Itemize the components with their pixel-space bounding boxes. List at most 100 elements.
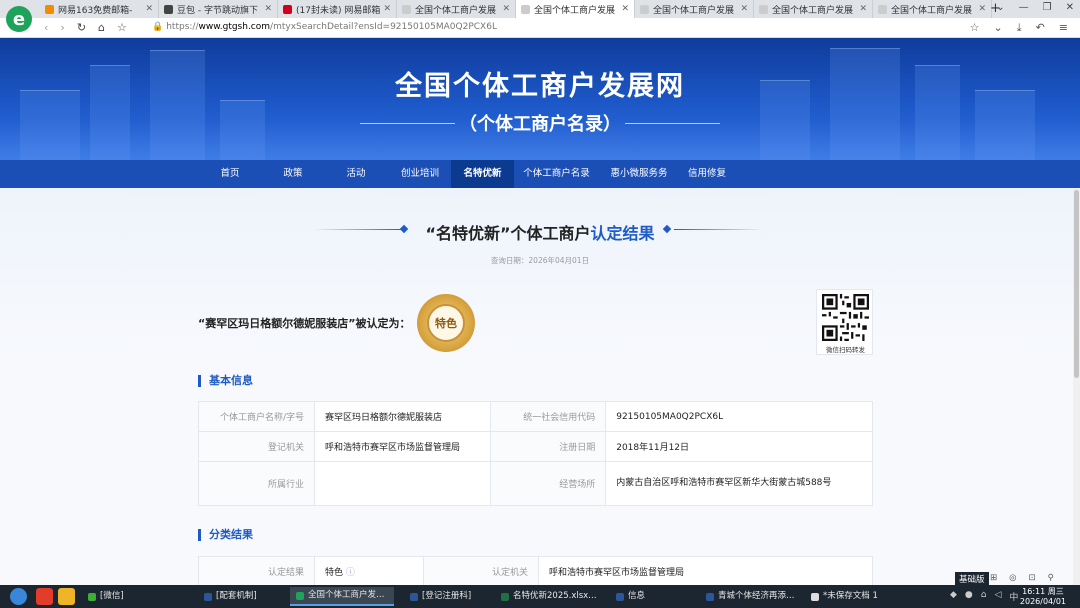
taskbar-app-icon — [706, 592, 714, 601]
browser-tab[interactable]: 全国个体工商户发展 ✕ — [754, 0, 873, 18]
nav-item[interactable]: 首页 — [200, 160, 260, 188]
tab-close-icon[interactable]: ✕ — [264, 4, 272, 14]
site-hero-banner: 全国个体工商户发展网 （个体工商户名录） — [0, 38, 1080, 160]
nav-item[interactable]: 信用修复 — [680, 160, 734, 188]
tab-favicon-icon — [521, 4, 530, 14]
status-tool-icon[interactable]: ⊡ — [1029, 573, 1036, 583]
taskbar-app-icon — [811, 592, 819, 601]
address-bar: ‹ › ↻ ⌂ ☆ 🔒 https://www.gtgsh.com/mtyxSea… — [0, 18, 1080, 38]
main-content: “名特优新”个体工商户认定结果 查询日期：2026年04月01日 “赛罕区玛日格… — [0, 188, 1080, 585]
qr-code-icon — [822, 294, 869, 341]
tab-close-icon[interactable]: ✕ — [859, 4, 867, 14]
os-taskbar: ◆ ● ⌂ ◁ 中 16:11 周三 2026/04/01 [微信] [配套机制]… — [0, 585, 1080, 608]
status-tool-icon[interactable]: ⚲ — [1048, 573, 1054, 583]
url-scheme: https:// — [166, 22, 199, 32]
browser-tab[interactable]: 全国个体工商户发展 ✕ — [873, 0, 992, 18]
forward-icon[interactable]: › — [60, 21, 64, 34]
reload-icon[interactable]: ↻ — [77, 21, 86, 34]
taskbar-item[interactable]: *未保存文档 1 — [805, 587, 905, 606]
undo-icon[interactable]: ↶ — [1036, 21, 1045, 35]
basic-info-title: 基本信息 — [198, 375, 253, 387]
folder-icon[interactable] — [58, 588, 75, 605]
tab-close-icon[interactable]: ✕ — [740, 4, 748, 14]
tab-close-icon[interactable]: ✕ — [978, 4, 986, 14]
tab-title: 豆包 - 字节跳动旗下 — [177, 5, 258, 16]
tab-title: 全国个体工商户发展 — [891, 5, 973, 16]
nav-item[interactable]: 个体工商户名录 — [514, 160, 599, 188]
basic-version-label[interactable]: 基础版 — [955, 572, 989, 586]
browser-logo-icon[interactable]: e — [6, 6, 32, 32]
taskbar-item[interactable]: 全国个体工商户发… — [290, 587, 394, 606]
tab-list-icon[interactable]: ⌄ — [996, 2, 1004, 13]
tab-close-icon[interactable]: ✕ — [621, 4, 629, 14]
basic-info-table: 个体工商户名称/字号 赛罕区玛日格额尔德妮服装店 统一社会信用代码 921501… — [198, 401, 873, 506]
pinned-app-icon[interactable] — [36, 588, 53, 605]
nav-item[interactable]: 惠小微服务务 — [599, 160, 679, 188]
info-icon[interactable]: ⓘ — [346, 568, 355, 578]
classification-table: 认定结果 特色 ⓘ 认定机关 呼和浩特市赛罕区市场监督管理局 — [198, 556, 874, 585]
tab-close-icon[interactable]: ✕ — [383, 4, 391, 14]
taskbar-item[interactable]: 名特优新2025.xlsx… — [495, 587, 603, 606]
home-icon[interactable]: ⌂ — [98, 21, 105, 34]
bookmark-star-icon[interactable]: ☆ — [117, 21, 127, 34]
network-icon[interactable]: ⌂ — [981, 590, 987, 603]
result-heading-highlight: 认定结果 — [590, 224, 655, 243]
nav-item[interactable]: 活动 — [325, 160, 387, 188]
browser-tab[interactable]: (17封未读) 网易邮箱 ✕ — [278, 0, 397, 18]
taskbar-app-icon — [501, 592, 509, 601]
tab-title: (17封未读) 网易邮箱 — [296, 5, 381, 16]
browser-tab[interactable]: 全国个体工商户发展 ✕ — [635, 0, 754, 18]
table-value: 呼和浩特市赛罕区市场监督管理局 — [313, 431, 492, 462]
start-menu-icon[interactable] — [10, 588, 27, 605]
nav-item[interactable]: 创业培训 — [389, 160, 451, 188]
volume-icon[interactable]: ◁ — [995, 590, 1002, 603]
tab-close-icon[interactable]: ✕ — [502, 4, 510, 14]
site-subtitle: （个体工商户名录） — [459, 114, 621, 135]
menu-icon[interactable]: ≡ — [1059, 21, 1068, 35]
back-icon[interactable]: ‹ — [44, 21, 48, 34]
input-method-icon[interactable]: 中 — [1009, 590, 1018, 603]
table-key: 统一社会信用代码 — [490, 401, 607, 432]
nav-item[interactable]: 政策 — [262, 160, 324, 188]
taskbar-item[interactable]: [微信] — [82, 587, 190, 606]
browser-tab[interactable]: 豆包 - 字节跳动旗下 ✕ — [159, 0, 278, 18]
taskbar-item[interactable]: 信息 — [610, 587, 694, 606]
tab-close-icon[interactable]: ✕ — [145, 4, 153, 14]
status-tool-icon[interactable]: ⊞ — [990, 573, 997, 583]
qr-share-box[interactable]: 微信扫码转发 — [816, 289, 873, 355]
table-key: 个体工商户名称/字号 — [198, 401, 315, 432]
url-host: www.gtgsh.com — [198, 22, 271, 32]
table-value-cell: 特色 ⓘ — [314, 556, 424, 585]
taskbar-item-label: 信息 — [628, 591, 646, 601]
table-row: 所属行业 经营场所 内蒙古自治区呼和浩特市赛罕区新华大街蒙古城588号 — [198, 461, 873, 506]
table-value: 内蒙古自治区呼和浩特市赛罕区新华大街蒙古城588号 — [605, 461, 873, 506]
browser-tab[interactable]: 全国个体工商户发展 ✕ — [516, 0, 635, 18]
browser-tab[interactable]: 全国个体工商户发展 ✕ — [397, 0, 516, 18]
tab-title: 全国个体工商户发展 — [653, 5, 735, 16]
download-icon[interactable]: ⤓ — [1017, 21, 1022, 35]
taskbar-item[interactable]: [登记注册科] — [404, 587, 490, 606]
system-tray: ◆ ● ⌂ ◁ 中 — [950, 590, 1018, 603]
system-clock[interactable]: 16:11 周三 2026/04/01 — [1020, 587, 1066, 607]
minimize-button[interactable]: — — [1019, 2, 1029, 13]
restore-button[interactable]: ❐ — [1043, 2, 1052, 13]
nav-item[interactable]: 名特优新 — [451, 160, 514, 188]
close-window-button[interactable]: ✕ — [1066, 2, 1074, 13]
site-title: 全国个体工商户发展网 — [395, 71, 685, 102]
browser-tab-bar: 网易163免费邮箱- ✕ 豆包 - 字节跳动旗下 ✕ (17封未读) 网易邮箱 ✕ 全国个体… — [0, 0, 1080, 18]
shield-icon[interactable]: ◆ — [950, 590, 957, 603]
taskbar-item[interactable]: 青城个体经济再添… — [700, 587, 800, 606]
url-field[interactable]: 🔒 https://www.gtgsh.com/mtyxSearchDetail?… — [152, 22, 497, 32]
dropdown-chevron-icon[interactable]: ⌄ — [993, 21, 1002, 35]
tab-favicon-icon — [759, 4, 768, 14]
browser-tab[interactable]: 网易163免费邮箱- ✕ — [40, 0, 159, 18]
status-tool-icon[interactable]: ◎ — [1009, 573, 1016, 583]
page-scrollbar-thumb[interactable] — [1074, 190, 1079, 378]
taskbar-item-label: [微信] — [100, 591, 124, 601]
table-row: 登记机关 呼和浩特市赛罕区市场监督管理局 注册日期 2018年11月12日 — [198, 431, 873, 462]
favorite-star-icon[interactable]: ☆ — [970, 21, 980, 35]
tray-app-icon[interactable]: ● — [965, 590, 973, 603]
table-value: 呼和浩特市赛罕区市场监督管理局 — [537, 556, 874, 585]
address-bar-tools: ☆ ⌄ ⤓ ↶ ≡ — [970, 21, 1068, 35]
taskbar-item[interactable]: [配套机制] — [198, 587, 284, 606]
